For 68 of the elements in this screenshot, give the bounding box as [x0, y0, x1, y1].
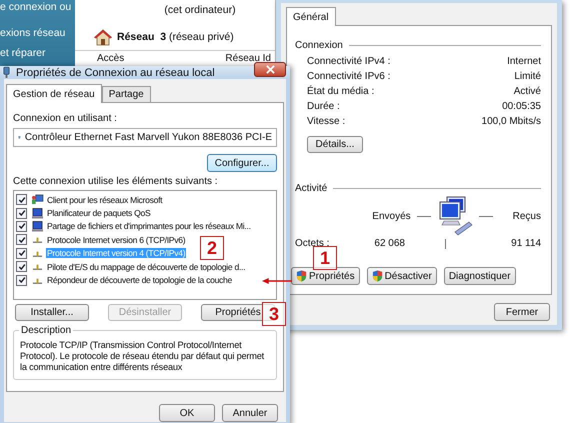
- received-label: Reçus: [512, 210, 541, 222]
- network-computers-icon: [436, 196, 473, 236]
- field-label: Connexion en utilisant :: [13, 113, 118, 124]
- tab[interactable]: Général: [286, 7, 336, 26]
- field-value: Internet: [507, 56, 541, 68]
- action-button[interactable]: Diagnostiquer: [444, 267, 516, 285]
- list-item[interactable]: Répondeur de découverte de topologie de la couche: [46, 275, 234, 286]
- section-heading: Activité: [295, 183, 328, 194]
- list-item[interactable]: Pilote d'E/S du mappage de découverte de topologie d...: [46, 262, 246, 272]
- field-label: Connectivité IPv4 :: [307, 56, 390, 68]
- list-item[interactable]: Protocole Internet version 6 (TCP/IPv6): [46, 234, 186, 245]
- bytes-label: Octets :: [295, 238, 330, 249]
- list-item[interactable]: Client pour les réseaux Microsoft: [46, 194, 164, 205]
- description-text: Protocole TCP/IP (Transmission Control Protocol/Internet Protocol). Le protocole de réseau étendu par défaut qui permet la communication entre différents réseaux: [20, 340, 266, 373]
- tab[interactable]: Partage: [102, 86, 151, 102]
- computer-users-icon: [31, 194, 44, 206]
- computer-icon: [31, 208, 44, 219]
- list-item[interactable]: Partage de fichiers et d'imprimantes pour les réseaux Mi...: [46, 221, 252, 232]
- network-name: Réseau 3 (réseau privé): [117, 31, 234, 43]
- list-label: Cette connexion utilise les éléments suivants :: [13, 176, 219, 187]
- action-button[interactable]: Installer...: [15, 304, 89, 321]
- sidebar-link[interactable]: exions réseau: [0, 27, 75, 39]
- step-number-badge: 3: [262, 302, 286, 326]
- column-header: Accès: [97, 53, 124, 64]
- checkbox[interactable]: [16, 194, 27, 206]
- sidebar-link[interactable]: et réparer: [0, 47, 75, 59]
- sidebar-link[interactable]: e connexion ou: [0, 1, 75, 13]
- field-value: 100,0 Mbits/s: [482, 116, 541, 128]
- field-label: Durée :: [307, 101, 340, 113]
- shield-icon: [372, 270, 383, 282]
- checkbox[interactable]: [16, 208, 27, 219]
- group-heading: Description: [19, 325, 74, 336]
- section-heading: Connexion: [295, 40, 343, 51]
- house-icon: [93, 28, 113, 46]
- computer-caption: (cet ordinateur): [164, 4, 236, 16]
- step-number-badge: 1: [313, 246, 337, 270]
- field-label: Connectivité IPv6 :: [307, 71, 390, 83]
- details-button[interactable]: Détails...: [307, 136, 363, 153]
- computer-icon: [31, 220, 44, 232]
- bytes-sent: 62 068: [373, 238, 405, 249]
- action-button[interactable]: Propriétés: [291, 267, 360, 285]
- shield-icon: [296, 270, 307, 282]
- close-button[interactable]: [254, 62, 286, 77]
- field-label: Vitesse :: [307, 116, 346, 128]
- checkbox[interactable]: [16, 234, 27, 246]
- column-header: Réseau Id: [225, 53, 271, 64]
- checkbox[interactable]: [16, 220, 27, 232]
- sent-label: Envoyés: [372, 210, 411, 222]
- cancel-button[interactable]: Annuler: [222, 404, 278, 422]
- checkbox[interactable]: [16, 274, 27, 286]
- list-item[interactable]: Planificateur de paquets QoS: [46, 208, 152, 218]
- field-value: Activé: [514, 86, 541, 98]
- close-icon: [266, 65, 274, 74]
- step-number-badge: 2: [200, 236, 224, 260]
- field-value: Limité: [514, 71, 541, 83]
- configure-button[interactable]: Configurer...: [207, 154, 277, 172]
- ok-button[interactable]: OK: [159, 404, 215, 422]
- close-button[interactable]: Fermer: [494, 303, 550, 321]
- window-title: Propriétés de Connexion au réseau local: [16, 66, 216, 78]
- annotation-arrow: [262, 276, 292, 286]
- checkbox[interactable]: [16, 248, 27, 259]
- action-button[interactable]: Désactiver: [366, 267, 437, 285]
- bytes-received: 91 114: [511, 238, 541, 249]
- adapter-name: Contrôleur Ethernet Fast Marvell Yukon 88E8036 PCI-E: [24, 132, 272, 143]
- tab[interactable]: Gestion de réseau: [6, 84, 102, 103]
- checkbox[interactable]: [16, 261, 27, 272]
- field-value: 00:05:35: [502, 101, 541, 113]
- field-label: État du média :: [307, 86, 374, 98]
